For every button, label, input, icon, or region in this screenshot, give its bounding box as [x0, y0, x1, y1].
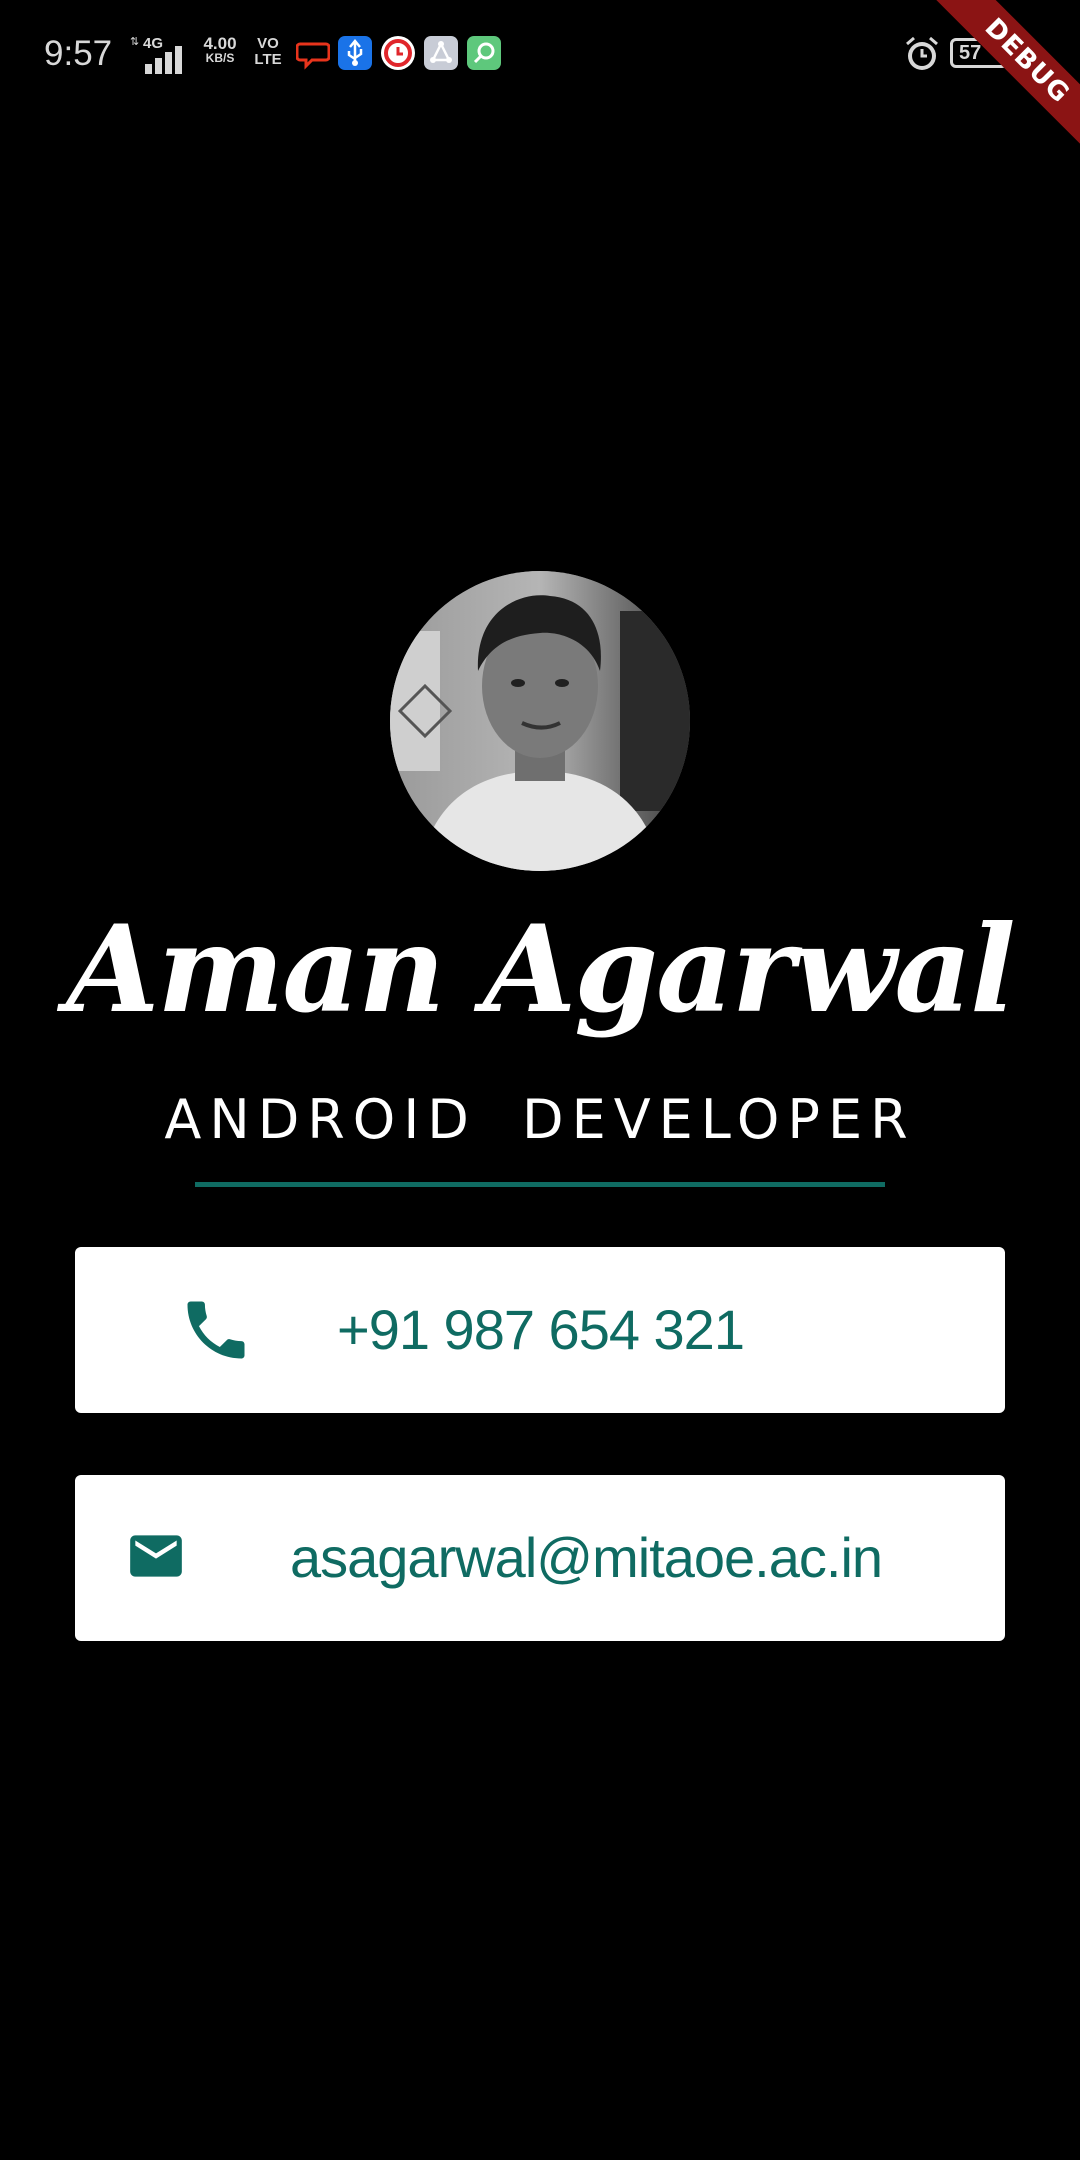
data-activity-icon: ⇅ [130, 35, 140, 48]
search-app-notification-icon [467, 36, 501, 70]
usb-notification-icon [338, 36, 372, 70]
email-card[interactable]: asagarwal@mitaoe.ac.in [75, 1475, 1005, 1641]
chat-notification-icon [296, 36, 330, 70]
profile-name: Aman Agarwal [66, 899, 1015, 1040]
phone-card[interactable]: +91 987 654 321 [75, 1247, 1005, 1413]
volte-bottom: LTE [254, 51, 282, 68]
alarm-icon [902, 34, 942, 78]
share-notification-icon [424, 36, 458, 70]
network-speed-unit: KB/S [205, 51, 235, 65]
network-speed: 4.00 KB/S [198, 34, 242, 66]
phone-number[interactable]: +91 987 654 321 [337, 1247, 745, 1413]
email-address[interactable]: asagarwal@mitaoe.ac.in [290, 1475, 883, 1641]
volte-indicator: VO LTE [250, 36, 286, 68]
phone-icon [178, 1292, 254, 1372]
battery-level: 57 [959, 42, 982, 64]
profile-title: ANDROID DEVELOPER [164, 1088, 916, 1151]
signal-strength-icon [145, 42, 191, 74]
status-bar: 9:57 ⇅ 4G 4.00 KB/S VO LTE 57 [0, 0, 1080, 110]
clock-app-notification-icon [381, 36, 415, 70]
avatar [390, 571, 690, 871]
divider [195, 1182, 885, 1187]
email-icon [125, 1525, 187, 1591]
status-time: 9:57 [44, 34, 113, 73]
network-speed-value: 4.00 [203, 34, 237, 53]
volte-top: VO [257, 35, 279, 52]
